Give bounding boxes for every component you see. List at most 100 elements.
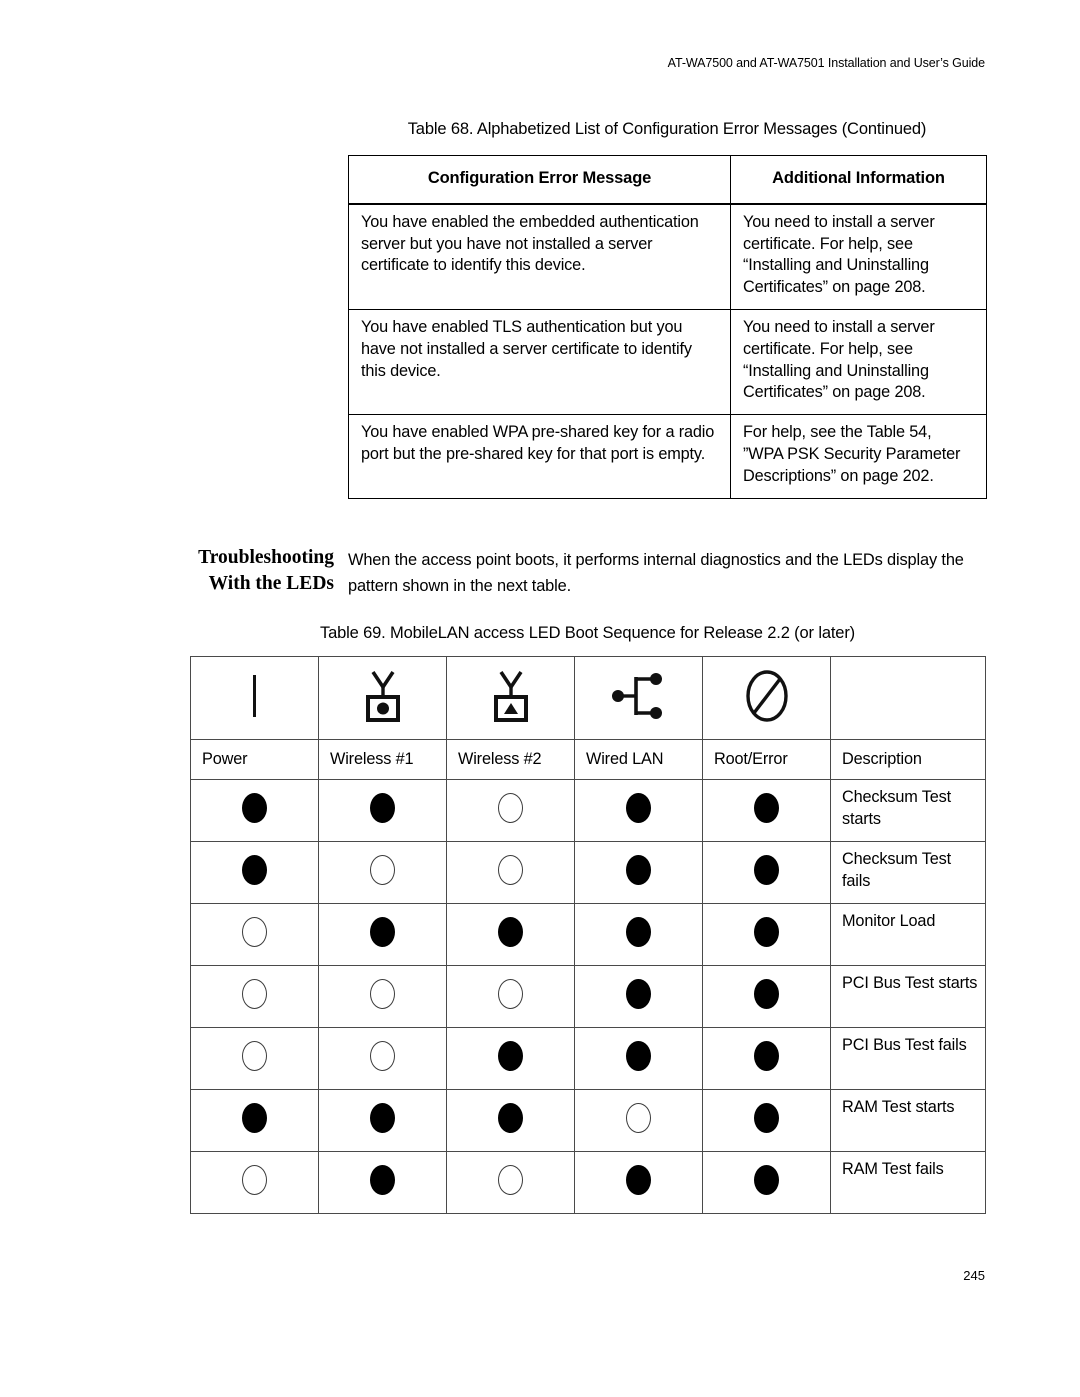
table-row: You have enabled TLS authentication but … [348,308,987,416]
led-cell-wireless-2 [446,779,575,842]
led-indicator-on [370,1103,395,1133]
table-row: Checksum Test starts [190,779,986,842]
led-cell-wired-lan [574,1027,703,1090]
table69-icon-cell-power [190,656,319,740]
led-indicator-on [370,917,395,947]
led-cell-wired-lan [574,1089,703,1152]
led-indicator-off [370,855,395,885]
led-cell-wireless-1 [318,779,447,842]
antenna-circle-icon [360,668,406,724]
led-indicator-off [242,1165,267,1195]
table-row: PCI Bus Test starts [190,965,986,1028]
table69-caption: Table 69. MobileLAN access LED Boot Sequ… [319,624,856,642]
led-cell-root-error [702,1027,831,1090]
led-indicator-on [754,917,779,947]
led-indicator-on [754,979,779,1009]
led-indicator-on [498,1041,523,1071]
led-cell-root-error [702,1089,831,1152]
table69-icon-cell-wireless2 [446,656,575,740]
table69-icon-cell-description [830,656,986,740]
led-row-description: Checksum Test fails [830,841,986,904]
table-row: Checksum Test fails [190,841,986,904]
led-indicator-on [626,793,651,823]
led-indicator-on [626,979,651,1009]
table68-cell-info: You need to install a server certificate… [730,203,987,310]
led-indicator-on [754,855,779,885]
table69-icon-cell-wired-lan [574,656,703,740]
led-cell-root-error [702,841,831,904]
led-indicator-on [242,855,267,885]
table68-cell-message: You have enabled TLS authentication but … [348,308,731,416]
led-cell-wired-lan [574,903,703,966]
led-row-description: RAM Test starts [830,1089,986,1152]
led-indicator-off [626,1103,651,1133]
table68-cell-message: You have enabled the embedded authentica… [348,203,731,310]
led-row-description: PCI Bus Test starts [830,965,986,1028]
table69-col-header-power: Power [190,739,319,780]
led-indicator-on [754,793,779,823]
led-row-description: Monitor Load [830,903,986,966]
led-cell-wireless-2 [446,1089,575,1152]
led-cell-wired-lan [574,1151,703,1214]
table69-col-header-wireless1: Wireless #1 [318,739,447,780]
led-indicator-on [626,855,651,885]
led-cell-wireless-1 [318,1089,447,1152]
led-cell-wireless-2 [446,841,575,904]
table68-config-error-messages: Configuration Error Message Additional I… [348,154,987,499]
led-indicator-off [498,793,523,823]
table69-icon-cell-wireless1 [318,656,447,740]
led-row-description: Checksum Test starts [830,779,986,842]
led-indicator-on [754,1041,779,1071]
led-cell-root-error [702,903,831,966]
led-cell-wireless-2 [446,1151,575,1214]
led-cell-power [190,1151,319,1214]
led-indicator-off [370,979,395,1009]
table68-col-header-info: Additional Information [730,154,987,205]
table-row: Monitor Load [190,903,986,966]
led-cell-wireless-1 [318,965,447,1028]
table69-col-header-wireless2: Wireless #2 [446,739,575,780]
led-indicator-off [370,1041,395,1071]
led-cell-root-error [702,965,831,1028]
led-indicator-off [242,979,267,1009]
led-cell-wireless-2 [446,965,575,1028]
section-body-paragraph: When the access point boots, it performs… [348,551,964,595]
page-number: 245 [963,1268,985,1283]
led-cell-wired-lan [574,841,703,904]
led-cell-power [190,1027,319,1090]
led-cell-power [190,841,319,904]
running-header: AT-WA7500 and AT-WA7501 Installation and… [667,56,985,70]
antenna-triangle-icon [488,668,534,724]
led-row-description: PCI Bus Test fails [830,1027,986,1090]
section-heading-line1: Troubleshooting [198,547,334,568]
led-cell-wireless-2 [446,1027,575,1090]
table68-header-row: Configuration Error Message Additional I… [348,154,987,205]
led-row-description: RAM Test fails [830,1151,986,1214]
led-cell-wireless-2 [446,903,575,966]
led-indicator-off [242,1041,267,1071]
section-heading: Troubleshooting With the LEDs [112,545,334,596]
led-indicator-on [370,1165,395,1195]
led-cell-wired-lan [574,965,703,1028]
led-cell-power [190,903,319,966]
led-cell-wireless-1 [318,1151,447,1214]
led-indicator-on [498,1103,523,1133]
led-cell-root-error [702,779,831,842]
led-indicator-on [754,1165,779,1195]
led-indicator-off [498,979,523,1009]
table69-icon-cell-root-error [702,656,831,740]
led-cell-power [190,779,319,842]
led-indicator-on [370,793,395,823]
led-indicator-on [498,917,523,947]
table68-cell-info: You need to install a server certificate… [730,308,987,416]
led-indicator-off [498,855,523,885]
table68-cell-info: For help, see the Table 54, ”WPA PSK Sec… [730,414,987,499]
table68-col-header-message: Configuration Error Message [348,154,731,205]
led-indicator-on [626,1165,651,1195]
section-heading-line2: With the LEDs [208,572,334,594]
table-row: RAM Test starts [190,1089,986,1152]
led-indicator-on [242,793,267,823]
led-indicator-on [626,1041,651,1071]
table69-col-header-description: Description [830,739,986,780]
table69-icon-row [190,656,986,740]
